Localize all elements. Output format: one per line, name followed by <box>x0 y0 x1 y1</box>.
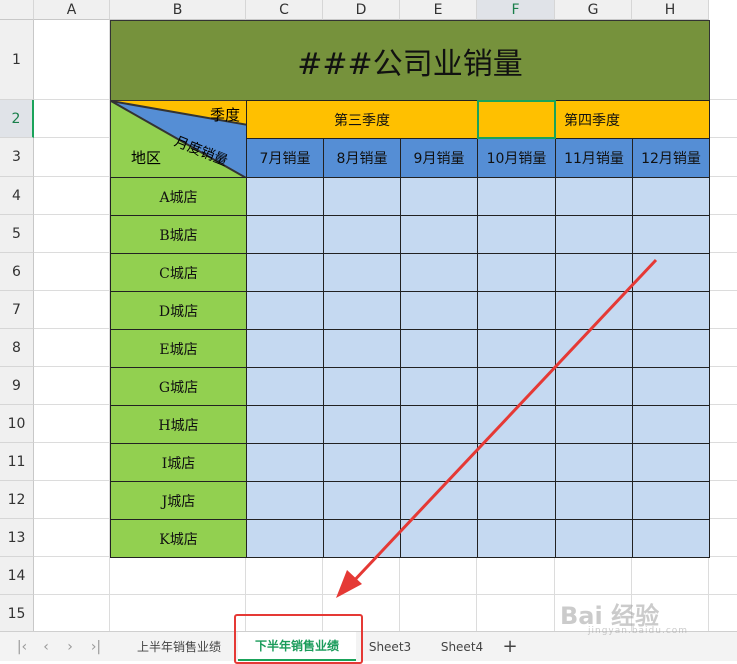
first-sheet-icon[interactable]: |‹ <box>14 638 30 656</box>
highlight-box <box>234 614 363 664</box>
sheet-tab-sheet4[interactable]: Sheet4 <box>430 632 494 661</box>
watermark-sub: jingyan.baidu.com <box>588 626 689 636</box>
sheet-tab-sheet3[interactable]: Sheet3 <box>358 632 422 661</box>
add-sheet-button[interactable]: + <box>500 632 520 661</box>
last-sheet-icon[interactable]: ›| <box>88 638 104 656</box>
next-sheet-icon[interactable]: › <box>62 638 78 656</box>
annotation-arrow <box>336 258 658 598</box>
sheet-tab-h1[interactable]: 上半年销售业绩 <box>120 632 238 661</box>
watermark: Bai 经验 jingyan.baidu.com <box>560 596 730 636</box>
prev-sheet-icon[interactable]: ‹ <box>38 638 54 656</box>
